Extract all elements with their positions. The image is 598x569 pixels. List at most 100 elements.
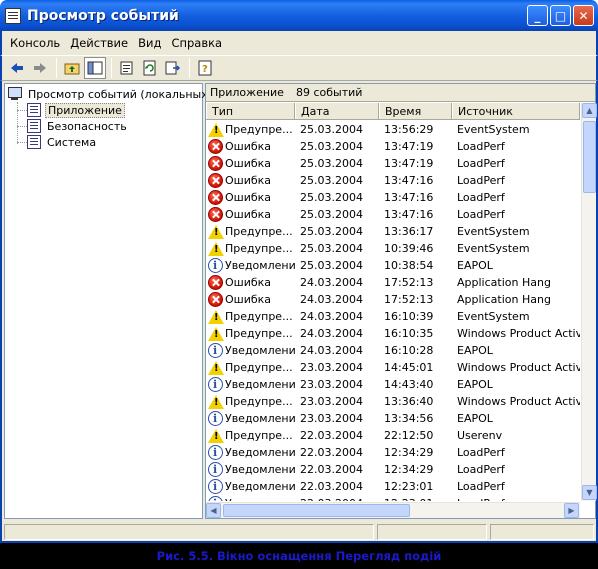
scroll-left-button[interactable]: ◀ — [206, 503, 221, 518]
cell-date: 22.03.2004 — [300, 446, 363, 459]
cell-type-label: Предупре... — [225, 327, 293, 340]
table-row[interactable]: Уведомление 22.03.2004 12:34:29 LoadPerf — [206, 461, 580, 478]
minimize-button[interactable]: _ — [527, 5, 548, 26]
cell-source: LoadPerf — [457, 463, 505, 476]
menu-view[interactable]: Вид — [133, 36, 166, 50]
menu-help[interactable]: Справка — [166, 36, 227, 50]
table-row[interactable]: Предупре... 22.03.2004 22:12:50 Userenv — [206, 427, 580, 444]
cell-type: Предупре... — [206, 326, 295, 341]
scroll-up-button[interactable]: ▲ — [582, 103, 597, 118]
vertical-scrollbar[interactable]: ▲ ▼ — [581, 103, 597, 501]
close-button[interactable]: ✕ — [573, 5, 594, 26]
table-row[interactable]: Предупре... 24.03.2004 16:10:35 Windows Pro… — [206, 325, 580, 342]
table-row[interactable]: Ошибка 25.03.2004 13:47:16 LoadPerf — [206, 172, 580, 189]
table-row[interactable]: Уведомление 22.03.2004 12:34:29 LoadPerf — [206, 444, 580, 461]
cell-time: 16:10:28 — [384, 344, 434, 357]
close-icon: ✕ — [578, 8, 589, 23]
cell-type: Уведомление — [206, 377, 295, 392]
table-row[interactable]: Предупре... 25.03.2004 10:39:46 EventSystem — [206, 240, 580, 257]
column-header-time[interactable]: Время — [379, 103, 452, 119]
column-header-date[interactable]: Дата — [295, 103, 379, 119]
figure-caption: Рис. 5.5. Вікно оснащення Перегляд подій — [156, 549, 442, 563]
refresh-button[interactable] — [139, 57, 161, 79]
title-bar[interactable]: Просмотр событий _ □ ✕ — [0, 0, 598, 31]
cell-date: 25.03.2004 — [300, 242, 363, 255]
cell-type: Предупре... — [206, 394, 295, 409]
cell-source: EAPOL — [457, 259, 493, 272]
menu-action[interactable]: Действие — [65, 36, 133, 50]
table-row[interactable]: Ошибка 25.03.2004 13:47:19 LoadPerf — [206, 138, 580, 155]
cell-source: Windows Product Activ... — [457, 395, 580, 408]
cell-type-label: Уведомление — [225, 446, 295, 459]
list-header: Приложение 89 событий — [206, 84, 595, 102]
up-level-button[interactable] — [61, 57, 83, 79]
console-tree: Просмотр событий (локальных) Приложение … — [4, 83, 212, 519]
cell-type: Уведомление — [206, 343, 295, 358]
forward-button[interactable] — [29, 57, 51, 79]
warning-icon — [208, 360, 224, 375]
cell-time: 13:47:16 — [384, 208, 434, 221]
table-row[interactable]: Уведомление22.03.200412:23:01LoadPerf — [206, 495, 580, 501]
table-row[interactable]: Ошибка 25.03.2004 13:47:16 LoadPerf — [206, 206, 580, 223]
cell-source: LoadPerf — [457, 480, 505, 493]
properties-button[interactable] — [116, 57, 138, 79]
table-row[interactable]: Предупре... 24.03.2004 16:10:39 EventSystem — [206, 308, 580, 325]
table-row[interactable]: Уведомление 23.03.2004 14:43:40 EAPOL — [206, 376, 580, 393]
cell-date: 22.03.2004 — [300, 463, 363, 476]
table-row[interactable]: Ошибка 25.03.2004 13:47:16 LoadPerf — [206, 189, 580, 206]
vertical-scroll-thumb[interactable] — [583, 121, 596, 193]
column-header-type[interactable]: Тип — [206, 103, 295, 119]
cell-time: 13:36:17 — [384, 225, 434, 238]
table-row[interactable]: Ошибка 25.03.2004 13:47:19 LoadPerf — [206, 155, 580, 172]
event-log-icon — [27, 135, 41, 149]
table-row[interactable]: Уведомление 24.03.2004 16:10:28 EAPOL — [206, 342, 580, 359]
table-row[interactable]: Предупре... 23.03.2004 13:36:40 Windows Pro… — [206, 393, 580, 410]
cell-type: Ошибка — [206, 190, 295, 205]
cell-time: 10:38:54 — [384, 259, 434, 272]
table-row[interactable]: Уведомление 23.03.2004 13:34:56 EAPOL — [206, 410, 580, 427]
event-count: 89 событий — [295, 86, 363, 99]
tree-item-security[interactable]: Безопасность — [27, 118, 129, 134]
horizontal-scrollbar[interactable]: ◀ ▶ — [206, 502, 580, 518]
menu-console[interactable]: Консоль — [5, 36, 65, 50]
tree-item-system[interactable]: Система — [27, 134, 98, 150]
export-list-button[interactable] — [162, 57, 184, 79]
table-row[interactable]: Предупре... 25.03.2004 13:36:17 EventSystem — [206, 223, 580, 240]
cell-type: Предупре... — [206, 428, 295, 443]
info-icon — [208, 445, 223, 460]
main-area: Просмотр событий (локальных) Приложение … — [0, 81, 598, 521]
event-log-icon — [27, 103, 41, 117]
table-row[interactable]: Уведомление 25.03.2004 10:38:54 EAPOL — [206, 257, 580, 274]
window-title: Просмотр событий — [27, 7, 179, 24]
table-row[interactable]: Ошибка 24.03.2004 17:52:13 Application Hang — [206, 274, 580, 291]
tree-item-application[interactable]: Приложение — [27, 102, 125, 118]
cell-type-label: Ошибка — [225, 208, 272, 221]
tree-root[interactable]: Просмотр событий (локальных) — [7, 86, 214, 102]
cell-source: EAPOL — [457, 378, 493, 391]
horizontal-scroll-thumb[interactable] — [223, 504, 410, 517]
cell-source: LoadPerf — [457, 191, 505, 204]
help-icon: ? — [198, 60, 212, 76]
cell-source: Application Hang — [457, 293, 551, 306]
event-rows: Предупре... 25.03.2004 13:56:29 EventSystem… — [206, 121, 580, 501]
refresh-icon — [143, 60, 156, 76]
table-row[interactable]: Ошибка 24.03.2004 17:52:13 Application Hang — [206, 291, 580, 308]
table-row[interactable]: Предупре... 25.03.2004 13:56:29 EventSystem — [206, 121, 580, 138]
column-header-source[interactable]: Источник — [452, 103, 580, 119]
help-button[interactable]: ? — [194, 57, 216, 79]
back-button[interactable] — [6, 57, 28, 79]
cell-date: 24.03.2004 — [300, 293, 363, 306]
scroll-down-button[interactable]: ▼ — [582, 485, 597, 500]
table-row[interactable]: Уведомление22.03.200412:23:01LoadPerf — [206, 478, 580, 495]
scroll-right-button[interactable]: ▶ — [564, 503, 579, 518]
table-row[interactable]: Предупре... 23.03.2004 14:45:01 Windows Pro… — [206, 359, 580, 376]
cell-type-label: Предупре... — [225, 242, 293, 255]
computer-icon — [7, 87, 23, 101]
cell-type-label: Ошибка — [225, 140, 272, 153]
cell-type-label: Предупре... — [225, 429, 293, 442]
maximize-button[interactable]: □ — [550, 5, 571, 26]
cell-type: Уведомление — [206, 258, 295, 273]
show-hide-tree-button[interactable] — [84, 57, 106, 79]
cell-type-label: Уведомление — [225, 480, 295, 493]
cell-time: 13:34:56 — [384, 412, 434, 425]
